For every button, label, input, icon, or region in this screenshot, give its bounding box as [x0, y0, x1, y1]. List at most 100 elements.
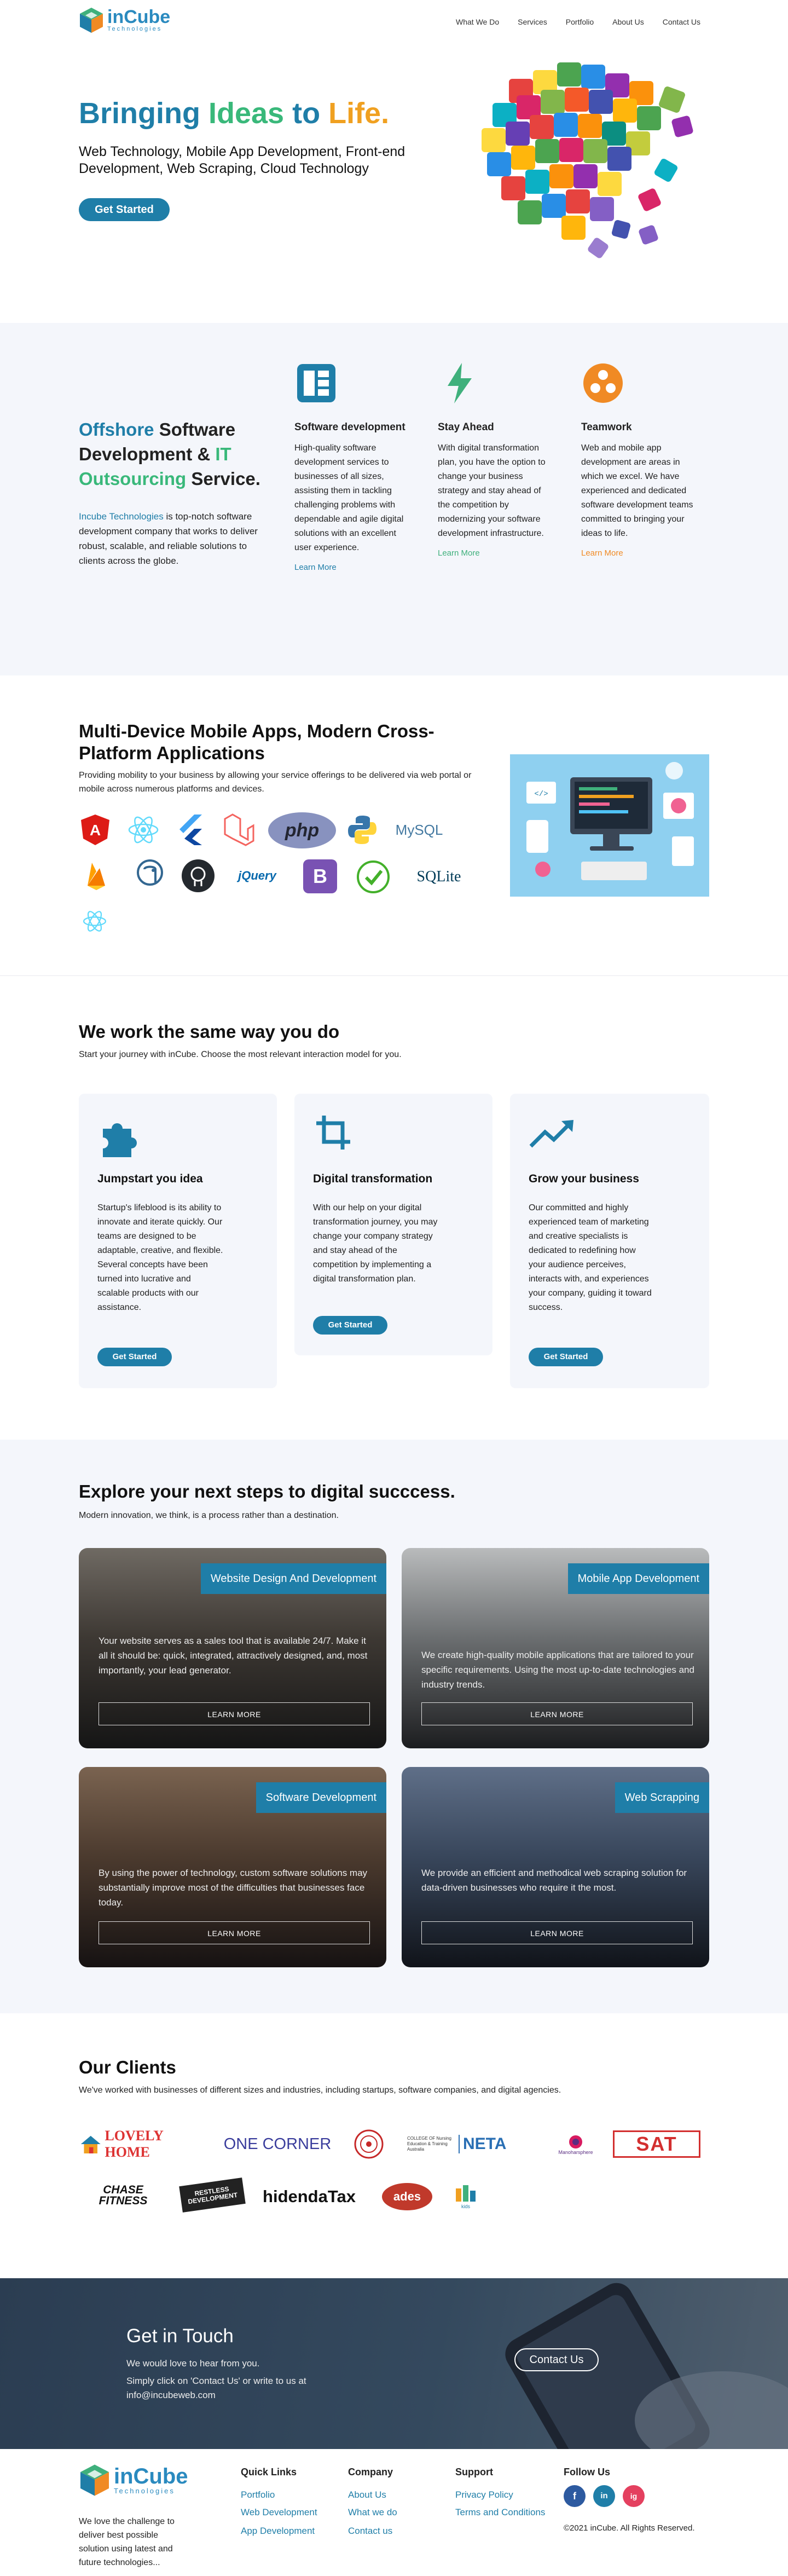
client-chase-fitness: CHASE FITNESS [99, 2184, 148, 2207]
footer-brand-logo[interactable]: inCube Technologies [79, 2463, 188, 2497]
hero-get-started-button[interactable]: Get Started [79, 198, 170, 221]
nav-about-us[interactable]: About Us [612, 18, 644, 26]
developer-illustration: </> [510, 754, 709, 897]
client-kids: kids [450, 2181, 482, 2211]
service-title: Stay Ahead [438, 421, 494, 433]
postgresql-icon [134, 857, 166, 893]
contact-us-button[interactable]: Contact Us [514, 2348, 599, 2371]
footer-link-what-we-do[interactable]: What we do [348, 2507, 397, 2518]
software-dashboard-icon [294, 361, 338, 405]
linkedin-icon[interactable]: in [593, 2485, 615, 2507]
sqlite-icon: SQLite [416, 868, 461, 885]
cube-logo-icon [80, 8, 103, 33]
tile-mobile-app[interactable]: Mobile App Development We create high-qu… [402, 1548, 709, 1748]
clients-title: Our Clients [79, 2057, 176, 2077]
php-icon: php [268, 812, 336, 848]
client-hidendatax: hidendaTax [263, 2187, 356, 2206]
incube-link[interactable]: Incube Technologies [79, 511, 164, 522]
jumpstart-get-started-button[interactable]: Get Started [97, 1348, 172, 1366]
svg-text:</>: </> [534, 790, 548, 799]
tile-software-development[interactable]: Software Development By using the power … [79, 1767, 386, 1967]
client-sat: SAT [613, 2130, 700, 2158]
learn-more-button[interactable]: LEARN MORE [99, 1921, 370, 1944]
services-description: Incube Technologies is top-notch softwar… [79, 511, 258, 566]
service-body: Web and mobile app development are areas… [581, 443, 693, 538]
section-divider [0, 975, 788, 976]
crop-icon [316, 1116, 350, 1150]
contact-line-2: Simply click on 'Contact Us' or write to… [126, 2376, 306, 2386]
grow-get-started-button[interactable]: Get Started [529, 1348, 603, 1366]
footer-col-company-title: Company [348, 2467, 393, 2477]
nav-contact-us[interactable]: Contact Us [663, 18, 700, 26]
react-native-icon [79, 903, 111, 939]
client-neta: COLLEGE OF Nursing Education & Training … [407, 2135, 507, 2153]
facebook-icon[interactable]: f [564, 2485, 586, 2507]
brand-logo[interactable]: inCube Technologies [79, 7, 170, 34]
lightning-icon [438, 361, 482, 405]
brand-name: inCube [107, 7, 171, 27]
manoharsphere-logo-icon [569, 2135, 582, 2148]
learn-more-link[interactable]: Learn More [438, 548, 553, 558]
footer-link-contact-us[interactable]: Contact us [348, 2526, 392, 2537]
client-restless-development: RESTLESS DEVELOPMENT [179, 2178, 246, 2213]
footer-col-quick-links-title: Quick Links [241, 2467, 297, 2477]
work-card-jumpstart: Jumpstart you idea Startup's lifeblood i… [79, 1094, 277, 1388]
clients-subtitle: We've worked with businesses of differen… [79, 2086, 561, 2095]
footer-link-terms[interactable]: Terms and Conditions [455, 2507, 545, 2518]
nav-what-we-do[interactable]: What We Do [456, 18, 499, 26]
tile-tag: Website Design And Development [200, 1563, 386, 1594]
explore-title: Explore your next steps to digital succc… [79, 1481, 455, 1501]
jquery-icon: jQuery [238, 869, 276, 882]
work-title: We work the same way you do [79, 1021, 340, 1042]
nav-portfolio[interactable]: Portfolio [566, 18, 594, 26]
learn-more-link[interactable]: Learn More [294, 563, 409, 572]
service-title: Software development [294, 421, 405, 433]
instagram-icon[interactable]: ig [623, 2485, 645, 2507]
trending-up-icon [529, 1120, 573, 1148]
explore-subtitle: Modern innovation, we think, is a proces… [79, 1511, 339, 1520]
tile-web-scrapping[interactable]: Web Scrapping We provide an efficient an… [402, 1767, 709, 1967]
hero-title: Bringing Ideas to Life. [79, 97, 390, 130]
house-icon [80, 2135, 101, 2154]
digital-get-started-button[interactable]: Get Started [313, 1316, 387, 1335]
learn-more-button[interactable]: LEARN MORE [421, 1702, 693, 1725]
tile-website-design[interactable]: Website Design And Development Your webs… [79, 1548, 386, 1748]
footer-link-web-development[interactable]: Web Development [241, 2507, 317, 2518]
footer-link-privacy-policy[interactable]: Privacy Policy [455, 2490, 513, 2500]
footer-link-app-development[interactable]: App Development [241, 2526, 315, 2537]
puzzle-icon [103, 1123, 137, 1157]
client-lovely-home: LOVELY HOME [79, 2128, 206, 2160]
service-stay-ahead: Stay Ahead With digital transformation p… [438, 361, 553, 558]
work-card-digital-transformation: Digital transformation With our help on … [294, 1094, 493, 1355]
site-header: inCube Technologies What We Do Services … [0, 0, 788, 49]
phone-hand-background [505, 2283, 788, 2449]
services-heading: Offshore Software Development & IT Outso… [79, 419, 260, 489]
service-body: With digital transformation plan, you ha… [438, 443, 546, 538]
contact-email-link[interactable]: info@incubeweb.com [126, 2390, 216, 2401]
learn-more-button[interactable]: LEARN MORE [99, 1702, 370, 1725]
emblem-seal-icon [354, 2129, 384, 2159]
flutter-icon [175, 812, 208, 847]
learn-more-link[interactable]: Learn More [581, 548, 696, 558]
work-card-grow-business: Grow your business Our committed and hig… [510, 1094, 709, 1388]
puzzle-head-illustration [482, 62, 693, 258]
learn-more-button[interactable]: LEARN MORE [421, 1921, 693, 1944]
bootstrap-icon: B [303, 859, 337, 893]
brand-tagline: Technologies [107, 26, 163, 32]
firebase-icon [84, 858, 108, 893]
footer-link-about-us[interactable]: About Us [348, 2490, 386, 2500]
nav-services[interactable]: Services [518, 18, 547, 26]
svg-text:A: A [90, 822, 101, 839]
client-one-corner: ONE CORNER [223, 2135, 332, 2153]
team-icon [581, 361, 625, 405]
mobile-apps-title: Multi-Device Mobile Apps, Modern Cross-P… [79, 721, 434, 763]
mobile-apps-description: Providing mobility to your business by a… [79, 771, 472, 794]
selenium-icon [356, 859, 391, 894]
react-icon [126, 812, 161, 847]
angular-icon: A [79, 812, 112, 847]
cube-logo-icon [80, 2464, 109, 2496]
tile-tag: Mobile App Development [567, 1563, 709, 1594]
footer-link-portfolio[interactable]: Portfolio [241, 2490, 275, 2500]
service-teamwork: Teamwork Web and mobile app development … [581, 361, 696, 558]
client-emblem [354, 2129, 384, 2159]
